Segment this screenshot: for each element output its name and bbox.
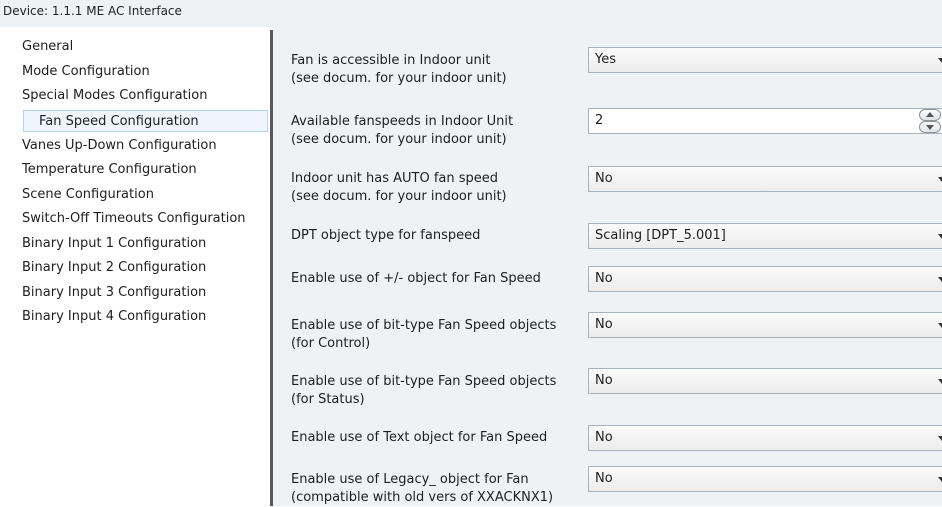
sidebar-item-special-modes-configuration[interactable]: Special Modes Configuration (6, 85, 207, 107)
arrow-up-icon (926, 112, 934, 117)
sidebar-nav: General Mode Configuration Special Modes… (0, 27, 270, 506)
param-label-line2: (see docum. for your indoor unit) (291, 189, 507, 204)
sidebar-item-switch-off-timeouts-configuration[interactable]: Switch-Off Timeouts Configuration (6, 208, 246, 230)
chevron-down-icon (938, 234, 942, 239)
fan-accessible-dropdown[interactable]: Yes (588, 47, 942, 73)
chevron-down-icon (938, 58, 942, 63)
param-label-line1: DPT object type for fanspeed (291, 228, 481, 243)
sidebar-item-binary-input-4-configuration[interactable]: Binary Input 4 Configuration (6, 306, 206, 328)
param-label-line2: (for Control) (291, 336, 371, 351)
param-label-line1: Available fanspeeds in Indoor Unit (291, 114, 514, 129)
plus-minus-object-dropdown[interactable]: No (588, 266, 942, 292)
spin-up-button[interactable] (919, 109, 941, 121)
param-label: Enable use of bit-type Fan Speed objects… (291, 317, 556, 353)
param-label: Enable use of Legacy_ object for Fan (co… (291, 471, 553, 507)
chevron-down-icon (938, 477, 942, 482)
sidebar-item-binary-input-1-configuration[interactable]: Binary Input 1 Configuration (6, 233, 206, 255)
sidebar-item-scene-configuration[interactable]: Scene Configuration (6, 184, 154, 206)
bit-type-status-dropdown[interactable]: No (588, 368, 942, 394)
param-label: Fan is accessible in Indoor unit (see do… (291, 52, 507, 88)
param-label: Enable use of +/- object for Fan Speed (291, 270, 541, 288)
parameter-panel: Fan is accessible in Indoor unit (see do… (273, 27, 942, 506)
param-label-line1: Enable use of Legacy_ object for Fan (291, 472, 529, 487)
param-label-line1: Fan is accessible in Indoor unit (291, 53, 491, 68)
sidebar-item-temperature-configuration[interactable]: Temperature Configuration (6, 159, 197, 181)
param-label: Enable use of Text object for Fan Speed (291, 429, 547, 447)
sidebar-item-fan-speed-configuration[interactable]: Fan Speed Configuration (23, 110, 268, 132)
sidebar-item-mode-configuration[interactable]: Mode Configuration (6, 61, 150, 83)
chevron-down-icon (938, 436, 942, 441)
chevron-down-icon (938, 277, 942, 282)
arrow-down-icon (926, 125, 934, 130)
param-label: Available fanspeeds in Indoor Unit (see … (291, 113, 513, 149)
chevron-down-icon (938, 379, 942, 384)
param-label-line1: Enable use of +/- object for Fan Speed (291, 271, 541, 286)
legacy-object-dropdown[interactable]: No (588, 466, 942, 492)
sidebar-item-vanes-up-down-configuration[interactable]: Vanes Up-Down Configuration (6, 135, 217, 157)
bit-type-control-dropdown[interactable]: No (588, 312, 942, 338)
text-object-dropdown[interactable]: No (588, 425, 942, 451)
chevron-down-icon (938, 323, 942, 328)
param-label: Enable use of bit-type Fan Speed objects… (291, 373, 556, 409)
param-label-line1: Enable use of bit-type Fan Speed objects (291, 374, 557, 389)
param-label-line1: Indoor unit has AUTO fan speed (291, 171, 499, 186)
sidebar-item-general[interactable]: General (6, 36, 73, 58)
param-label: Indoor unit has AUTO fan speed (see docu… (291, 170, 507, 206)
available-fanspeeds-spinner[interactable]: 2 (588, 108, 942, 134)
param-label-line2: (for Status) (291, 392, 365, 407)
param-label-line1: Enable use of Text object for Fan Speed (291, 430, 548, 445)
chevron-down-icon (938, 177, 942, 182)
param-label-line2: (see docum. for your indoor unit) (291, 132, 507, 147)
param-label-line2: (see docum. for your indoor unit) (291, 71, 507, 86)
window-title: Device: 1.1.1 ME AC Interface (0, 0, 942, 27)
auto-fan-speed-dropdown[interactable]: No (588, 166, 942, 192)
param-label: DPT object type for fanspeed (291, 227, 480, 245)
dpt-object-type-dropdown[interactable]: Scaling [DPT_5.001] (588, 223, 942, 249)
sidebar-item-binary-input-3-configuration[interactable]: Binary Input 3 Configuration (6, 282, 206, 304)
param-label-line2: (compatible with old vers of XXACKNX1) (291, 490, 554, 505)
spin-down-button[interactable] (919, 121, 941, 133)
param-label-line1: Enable use of bit-type Fan Speed objects (291, 318, 557, 333)
sidebar-item-binary-input-2-configuration[interactable]: Binary Input 2 Configuration (6, 257, 206, 279)
